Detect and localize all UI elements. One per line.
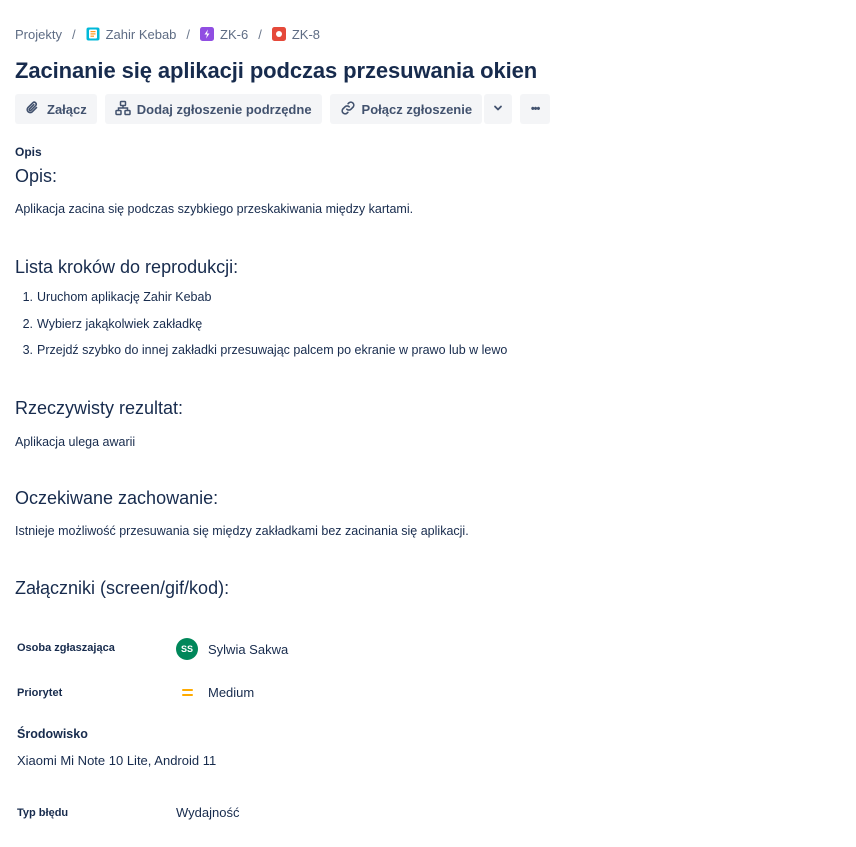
attachments-heading: Załączniki (screen/gif/kod):: [15, 578, 230, 598]
breadcrumb-issue[interactable]: ZK-8: [271, 26, 321, 42]
reporter-label: Osoba zgłaszająca: [17, 642, 115, 654]
link-issue-group: Połącz zgłoszenie: [329, 94, 513, 124]
priority-label: Priorytet: [17, 687, 63, 699]
steps-list: 1. Uruchom aplikację Zahir Kebab 2. Wybi…: [15, 290, 508, 370]
attach-label: Załącz: [47, 101, 87, 117]
breadcrumb-project[interactable]: Zahir Kebab: [86, 26, 177, 42]
step-text: Wybierz jakąkolwiek zakładkę: [37, 316, 203, 331]
breadcrumb: Projekty / Zahir Kebab / ZK-6 / ZK-8: [15, 25, 320, 43]
project-icon: [86, 27, 100, 41]
breadcrumb-epic-label: ZK-6: [220, 26, 249, 42]
bug-type-value[interactable]: Wydajność: [176, 805, 239, 820]
step-number: 2.: [22, 316, 33, 331]
bug-type-label: Typ błędu: [17, 807, 69, 819]
more-icon: •••: [530, 103, 541, 115]
link-issue-button[interactable]: Połącz zgłoszenie: [329, 94, 483, 124]
description-text: Aplikacja zacina się podczas szybkiego p…: [15, 202, 414, 216]
breadcrumb-issue-label: ZK-8: [291, 26, 321, 42]
reporter-value[interactable]: SS Sylwia Sakwa: [176, 638, 288, 660]
step-text: Uruchom aplikację Zahir Kebab: [37, 290, 212, 304]
step-text: Przejdź szybko do innej zakładki przesuw…: [37, 343, 508, 357]
reporter-name: Sylwia Sakwa: [208, 641, 289, 657]
actual-result-heading: Rzeczywisty rezultat:: [15, 398, 184, 418]
epic-icon: [200, 27, 215, 41]
hierarchy-icon: [115, 100, 131, 119]
priority-value[interactable]: Medium: [176, 685, 254, 700]
page-title: Zacinanie się aplikacji podczas przesuwa…: [15, 58, 538, 83]
actual-result-text: Aplikacja ulega awarii: [15, 435, 136, 449]
avatar: SS: [176, 638, 198, 660]
list-item: 1. Uruchom aplikację Zahir Kebab: [15, 290, 507, 317]
link-issue-dropdown-button[interactable]: [484, 94, 513, 124]
link-issue-label: Połącz zgłoszenie: [361, 101, 473, 117]
list-item: 2. Wybierz jakąkolwiek zakładkę: [15, 317, 507, 344]
breadcrumb-separator: /: [258, 26, 262, 42]
breadcrumb-epic[interactable]: ZK-6: [200, 27, 248, 42]
description-heading: Opis:: [15, 166, 58, 186]
expected-behavior-text: Istnieje możliwość przesuwania się międz…: [15, 524, 469, 538]
paperclip-icon: [25, 100, 41, 119]
add-child-issue-button[interactable]: Dodaj zgłoszenie podrzędne: [104, 94, 322, 124]
bug-icon: [271, 27, 286, 41]
chevron-down-icon: [492, 102, 504, 117]
breadcrumb-separator: /: [186, 26, 191, 42]
expected-behavior-heading: Oczekiwane zachowanie:: [15, 488, 219, 508]
steps-heading: Lista kroków do reprodukcji:: [15, 257, 239, 277]
step-number: 1.: [22, 290, 33, 304]
priority-medium-icon: [176, 689, 198, 696]
priority-text: Medium: [208, 685, 255, 700]
breadcrumb-separator: /: [71, 26, 76, 42]
environment-label: Środowisko: [17, 727, 88, 741]
step-number: 3.: [22, 343, 33, 357]
attach-button[interactable]: Załącz: [15, 94, 97, 124]
environment-value[interactable]: Xiaomi Mi Note 10 Lite, Android 11: [17, 753, 216, 768]
breadcrumb-project-label: Zahir Kebab: [105, 26, 177, 42]
more-actions-button[interactable]: •••: [520, 94, 551, 124]
list-item: 3. Przejdź szybko do innej zakładki prze…: [15, 343, 508, 370]
breadcrumb-projects[interactable]: Projekty: [15, 27, 62, 42]
add-child-issue-label: Dodaj zgłoszenie podrzędne: [136, 101, 312, 117]
bug-type-text: Wydajność: [176, 805, 240, 820]
issue-toolbar: Załącz Dodaj zgłoszenie podrzędne Połącz…: [15, 94, 551, 124]
link-icon: [340, 100, 356, 119]
description-field-label: Opis: [15, 145, 42, 159]
